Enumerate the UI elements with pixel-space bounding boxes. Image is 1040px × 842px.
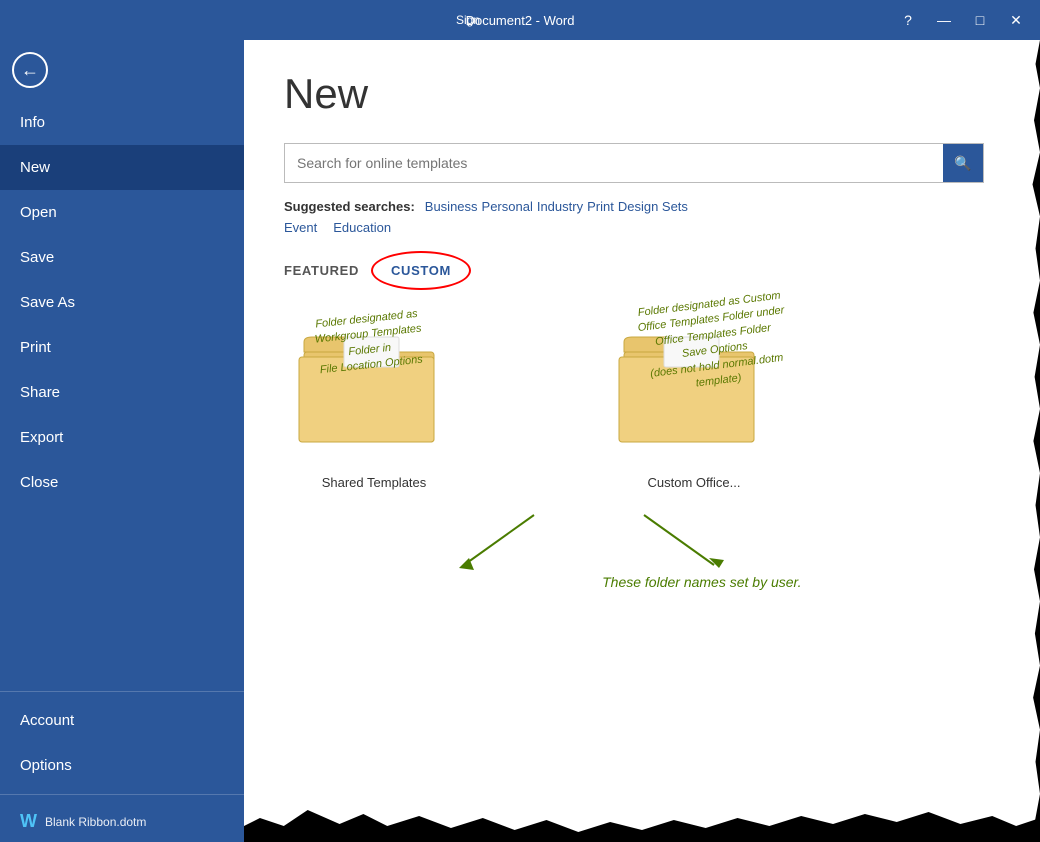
search-icon: 🔍 [954, 155, 971, 172]
tab-custom[interactable]: CUSTOM [375, 255, 467, 286]
sidebar-item-account[interactable]: Account [0, 698, 244, 743]
suggested-business[interactable]: Business [425, 199, 478, 214]
shared-folder-icon [294, 327, 454, 457]
suggested-event[interactable]: Event [284, 220, 317, 235]
tabs-row: FEATURED CUSTOM [284, 255, 1000, 287]
sidebar-item-options[interactable]: Options [0, 743, 244, 788]
arrows-svg [364, 510, 864, 580]
window-title: Document2 - Word [466, 13, 575, 28]
sidebar-divider-1 [0, 691, 244, 692]
search-button[interactable]: 🔍 [943, 144, 983, 182]
maximize-button[interactable]: □ [966, 6, 994, 34]
sidebar: ← Info New Open Save Save As Print [0, 40, 244, 842]
bottom-note: These folder names set by user. [602, 574, 801, 590]
search-input[interactable] [285, 144, 943, 182]
minimize-button[interactable]: — [930, 6, 958, 34]
custom-folder-icon [614, 327, 774, 457]
suggested-searches-row1: Suggested searches: Business Personal In… [284, 199, 1000, 214]
sidebar-divider-2 [0, 794, 244, 795]
tab-featured[interactable]: FEATURED [284, 255, 375, 286]
tab-custom-wrapper: CUSTOM [375, 255, 467, 286]
title-bar: Document2 - Word Sign ? — □ ✕ [0, 0, 1040, 40]
word-doc-icon: W [20, 811, 37, 832]
suggested-education[interactable]: Education [333, 220, 391, 235]
sidebar-item-close[interactable]: Close [0, 460, 244, 505]
main-inner: New 🔍 Suggested searches: Business Perso… [244, 40, 1040, 842]
help-button[interactable]: ? [894, 6, 922, 34]
suggested-searches-row2: Event Education [284, 220, 1000, 235]
recent-doc-label: Blank Ribbon.dotm [45, 815, 146, 829]
sidebar-item-open[interactable]: Open [0, 190, 244, 235]
suggested-print[interactable]: Print [587, 199, 614, 214]
sidebar-item-saveas[interactable]: Save As [0, 280, 244, 325]
search-bar: 🔍 [284, 143, 984, 183]
shared-templates-label: Shared Templates [322, 475, 427, 490]
page-title: New [284, 70, 1000, 118]
app-container: ← Info New Open Save Save As Print [0, 40, 1040, 842]
suggested-design-sets[interactable]: Design Sets [618, 199, 688, 214]
custom-office-label: Custom Office... [648, 475, 741, 490]
sidebar-item-share[interactable]: Share [0, 370, 244, 415]
templates-area: Folder designated asWorkgroup TemplatesF… [284, 307, 1000, 490]
sidebar-item-print[interactable]: Print [0, 325, 244, 370]
recent-doc-item[interactable]: W Blank Ribbon.dotm [0, 801, 244, 842]
main-content: New 🔍 Suggested searches: Business Perso… [244, 40, 1040, 842]
sidebar-nav: Info New Open Save Save As Print Share E… [0, 100, 244, 685]
back-icon: ← [12, 52, 48, 88]
suggested-personal[interactable]: Personal [482, 199, 533, 214]
sidebar-item-new[interactable]: New [0, 145, 244, 190]
close-button[interactable]: ✕ [1002, 6, 1030, 34]
back-button[interactable]: ← [0, 40, 60, 100]
suggested-industry[interactable]: Industry [537, 199, 583, 214]
sidebar-item-info[interactable]: Info [0, 100, 244, 145]
shared-templates-folder[interactable]: Folder designated asWorkgroup TemplatesF… [284, 307, 464, 490]
suggested-label: Suggested searches: [284, 199, 415, 214]
window-controls: ? — □ ✕ [894, 6, 1030, 34]
custom-office-folder[interactable]: Folder designated as CustomOffice Templa… [584, 307, 804, 490]
sidebar-bottom: Account Options W Blank Ribbon.dotm [0, 685, 244, 842]
arrows-area: These folder names set by user. [284, 510, 1000, 590]
sidebar-item-export[interactable]: Export [0, 415, 244, 460]
sidebar-item-save[interactable]: Save [0, 235, 244, 280]
